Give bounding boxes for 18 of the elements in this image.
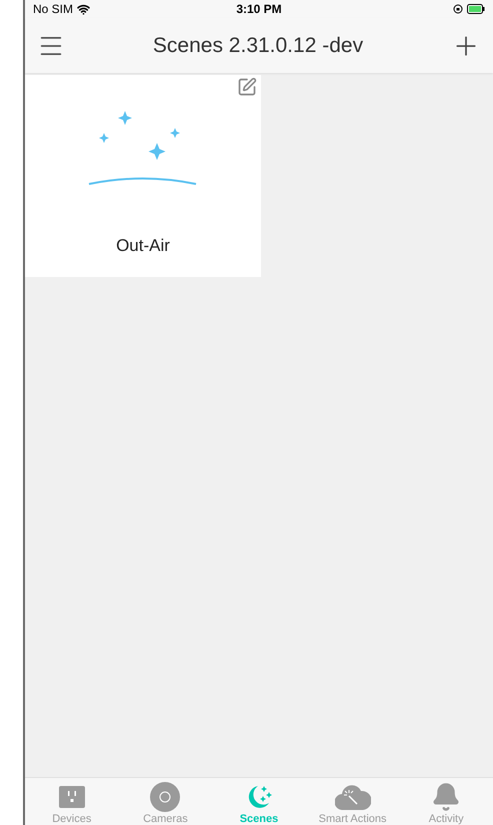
lock-rotation-icon (452, 4, 463, 14)
battery-icon (466, 4, 485, 14)
tab-item[interactable]: Activity (399, 778, 493, 825)
page-title: Scenes 2.31.0.12 -dev (152, 32, 364, 59)
tab-item[interactable]: Devices (25, 778, 119, 825)
scene-name: Out-Air (116, 235, 170, 257)
tab-item[interactable]: Scenes (212, 778, 306, 825)
bell-icon (431, 782, 462, 812)
clock-time: 3:10 PM (236, 1, 282, 18)
scene-card[interactable]: Out-Air (25, 75, 261, 277)
carrier-label: No SIM (33, 1, 74, 18)
camera-lens-icon (150, 782, 180, 812)
outlet-icon (58, 786, 85, 808)
tab-item[interactable]: Smart Actions (306, 778, 400, 825)
tab-item[interactable]: Cameras (118, 778, 212, 825)
edit-button[interactable] (237, 77, 257, 97)
cloud-wand-icon (334, 784, 371, 810)
wifi-icon (77, 2, 90, 16)
